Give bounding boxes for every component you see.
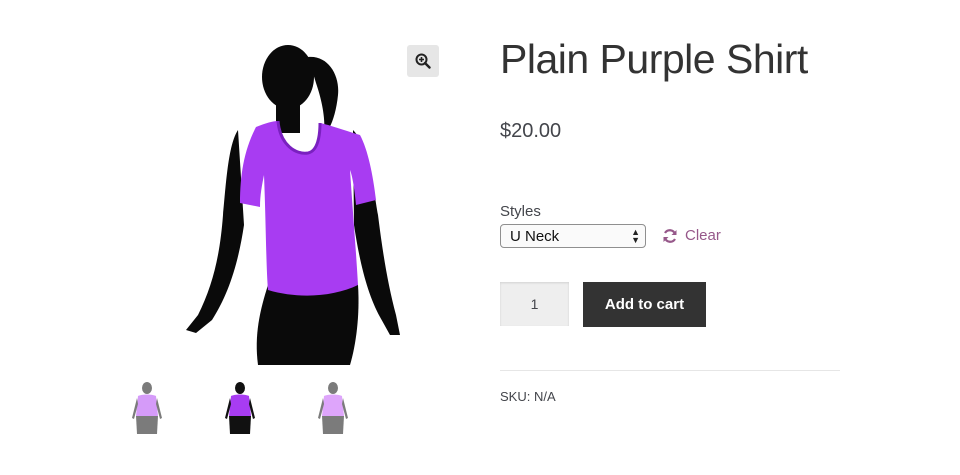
product-title: Plain Purple Shirt: [500, 36, 808, 82]
clear-label: Clear: [685, 227, 721, 244]
add-to-cart-button[interactable]: Add to cart: [583, 282, 706, 327]
thumbnail-1[interactable]: [122, 380, 172, 436]
styles-select-value: U Neck: [510, 227, 560, 245]
sku-label: SKU:: [500, 389, 531, 404]
styles-select[interactable]: U Neck ▲ ▼: [500, 224, 646, 248]
magnifier-plus-icon: [415, 53, 431, 69]
clear-variation-link[interactable]: Clear: [662, 227, 721, 244]
refresh-icon: [663, 228, 677, 243]
styles-label: Styles: [500, 203, 541, 220]
quantity-input[interactable]: [500, 282, 569, 326]
product-gallery: [122, 30, 452, 450]
product-main-image[interactable]: [168, 35, 418, 365]
thumbnail-2[interactable]: [215, 380, 265, 436]
sku-meta: SKU: N/A: [500, 389, 556, 404]
select-arrows-icon: ▲ ▼: [631, 227, 640, 245]
thumbnail-3[interactable]: [308, 380, 358, 436]
thumbnail-strip: [122, 380, 452, 440]
divider: [500, 370, 840, 371]
sku-value: N/A: [533, 389, 556, 404]
product-price: $20.00: [500, 120, 562, 142]
zoom-button[interactable]: [407, 45, 439, 77]
